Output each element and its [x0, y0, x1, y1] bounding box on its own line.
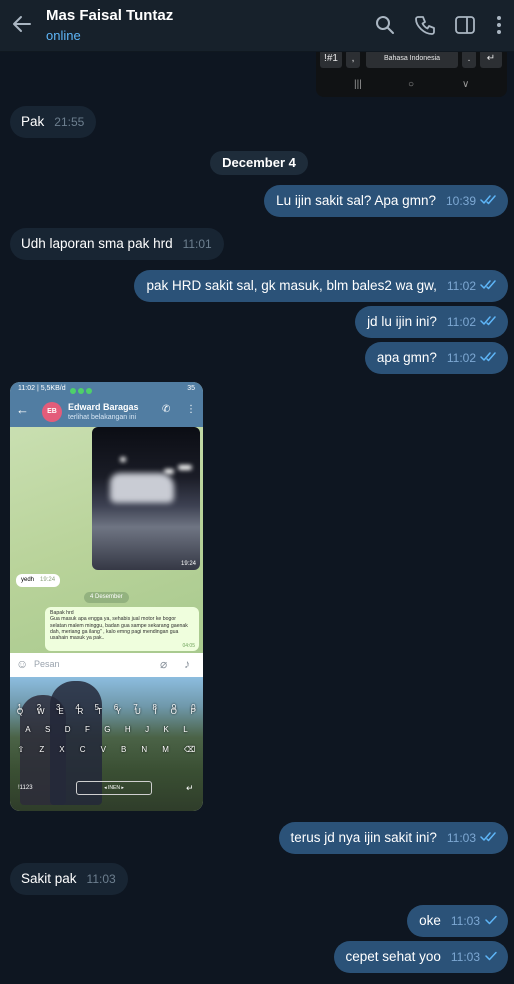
message-time: 11:02 — [446, 351, 476, 365]
message-text: terus jd nya ijin sakit ini? — [290, 830, 437, 845]
message-time: 11:03 — [446, 831, 476, 845]
keyboard-row-middle: ASDFGHJKL — [25, 725, 188, 734]
long-message-time: 04:05 — [182, 642, 195, 649]
keyboard-screenshot-fragment[interactable]: !#1 , Bahasa Indonesia . ↵ ||| ○ ∨ — [316, 46, 507, 97]
message-outgoing[interactable]: apa gmn? 11:02 — [364, 342, 508, 374]
back-arrow-icon[interactable] — [10, 12, 34, 36]
phone-icon: ✆ — [162, 404, 171, 415]
search-icon[interactable] — [374, 14, 396, 36]
message-time: 21:55 — [54, 115, 85, 129]
date-separator: December 4 — [210, 151, 308, 175]
car-shape — [110, 473, 174, 503]
screenshot-image-message[interactable]: 11:02 | 5,5KB/d 35 ← EB Edward Baragas t… — [10, 382, 203, 811]
emoji-icon: ☺ — [16, 657, 29, 671]
message-text: jd lu ijin ini? — [367, 314, 437, 329]
status-bar-time: 11:02 | 5,5KB/d — [18, 385, 66, 392]
kb-enter-key: ↵ — [480, 50, 502, 68]
screenshot-chat-area: 19:24 yedh 19:24 4 Desember Bapak hrd Gua… — [10, 427, 203, 653]
double-check-icon — [480, 316, 498, 326]
message-text: pak HRD sakit sal, gk masuk, blm bales2 … — [146, 278, 437, 293]
nav-home-icon: ○ — [408, 79, 415, 90]
contact-name: Edward Baragas — [68, 402, 139, 412]
message-time: 10:39 — [445, 194, 476, 208]
night-street-photo: 19:24 — [92, 427, 200, 570]
reply-bubble: yedh 19:24 — [16, 574, 61, 587]
message-incoming[interactable]: Udh laporan sma pak hrd 11:01 — [10, 228, 224, 260]
more-vertical-icon[interactable] — [490, 14, 508, 36]
chat-status: online — [46, 28, 81, 43]
kb-enter-key: ↵ — [186, 783, 194, 793]
date-chip: 4 Desember — [84, 592, 129, 603]
message-time: 11:03 — [86, 872, 116, 886]
message-incoming[interactable]: Pak 21:55 — [10, 106, 97, 138]
double-check-icon — [480, 195, 498, 205]
keyboard-row-top: QWERTYUIOP — [16, 707, 196, 716]
screenshot-status-bar: 11:02 | 5,5KB/d 35 — [10, 382, 203, 396]
battery-icon: 35 — [187, 385, 195, 392]
double-check-icon — [480, 280, 498, 290]
message-text: oke — [419, 913, 441, 928]
message-outgoing[interactable]: cepet sehat yoo 11:03 — [333, 941, 508, 973]
more-vertical-icon: ⋮ — [186, 404, 196, 415]
message-outgoing[interactable]: terus jd nya ijin sakit ini? 11:03 — [278, 822, 508, 854]
message-time: 11:02 — [446, 279, 476, 293]
long-message-bubble: Bapak hrd Gua masuk apa engga ya, sehabi… — [45, 607, 199, 651]
message-text: Lu ijin sakit sal? Apa gmn? — [276, 193, 436, 208]
mic-icon: ♪ — [184, 657, 190, 671]
screenshot-chat-header: ← EB Edward Baragas terlihat belakangan … — [10, 396, 203, 427]
message-text: cepet sehat yoo — [345, 949, 441, 964]
nav-recents-icon: ||| — [354, 79, 362, 90]
screenshot-input-bar: ☺ Pesan ⌀ ♪ — [10, 653, 203, 677]
message-text: Sakit pak — [21, 871, 77, 886]
contact-status: terlihat belakangan ini — [68, 414, 137, 421]
message-text: apa gmn? — [376, 350, 437, 365]
message-incoming[interactable]: Sakit pak 11:03 — [10, 863, 128, 895]
avatar: EB — [42, 402, 62, 422]
photo-time: 19:24 — [180, 561, 196, 567]
kb-symbols-key: !1123 — [18, 785, 33, 791]
message-outgoing[interactable]: jd lu ijin ini? 11:02 — [355, 306, 508, 338]
phone-icon[interactable] — [414, 14, 436, 36]
input-placeholder: Pesan — [34, 659, 60, 669]
check-icon — [484, 915, 498, 925]
attach-icon: ⌀ — [160, 657, 168, 671]
message-outgoing[interactable]: oke 11:03 — [407, 905, 508, 937]
message-time: 11:03 — [450, 914, 480, 928]
kb-spacebar: Bahasa Indonesia — [366, 50, 458, 68]
message-outgoing[interactable]: Lu ijin sakit sal? Apa gmn? 10:39 — [264, 185, 508, 217]
chat-title[interactable]: Mas Faisal Tuntaz — [46, 7, 173, 24]
check-icon — [484, 951, 498, 961]
kb-key: . — [462, 50, 476, 68]
sidebar-icon[interactable] — [454, 14, 476, 36]
message-text: Udh laporan sma pak hrd — [21, 236, 173, 251]
message-text: Pak — [21, 114, 45, 129]
kb-key: , — [346, 50, 360, 68]
message-outgoing[interactable]: pak HRD sakit sal, gk masuk, blm bales2 … — [134, 270, 508, 302]
message-time: 11:01 — [182, 237, 212, 251]
double-check-icon — [480, 832, 498, 842]
reply-text: yedh — [21, 577, 35, 583]
message-time: 11:03 — [450, 950, 480, 964]
back-arrow-icon: ← — [16, 402, 29, 417]
message-time: 11:02 — [446, 315, 476, 329]
keyboard-row-bottom: ⇧ Z X C V B N M ⌫ — [17, 745, 196, 754]
chat-header: Mas Faisal Tuntaz online — [0, 0, 514, 52]
kb-key: !#1 — [320, 50, 342, 68]
kb-spacebar: ◂ INEN ▸ — [76, 781, 152, 795]
double-check-icon — [480, 352, 498, 362]
long-message-text: Bapak hrd Gua masuk apa engga ya, sehabi… — [50, 610, 188, 642]
screenshot-keyboard: 1234567890 QWERTYUIOP ASDFGHJKL ⇧ Z X C V B N M… — [10, 677, 203, 811]
reply-time: 19:24 — [40, 577, 56, 583]
nav-back-icon: ∨ — [462, 79, 470, 90]
